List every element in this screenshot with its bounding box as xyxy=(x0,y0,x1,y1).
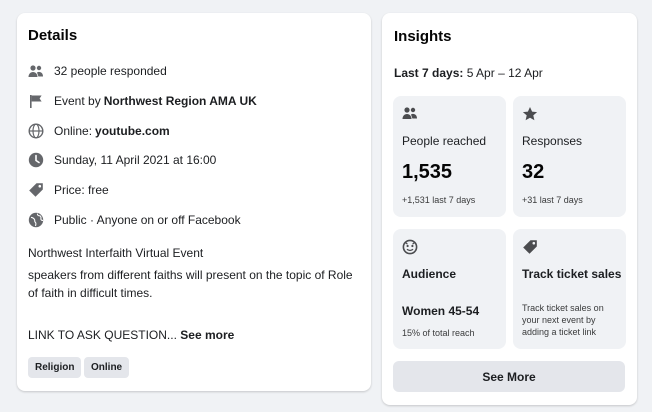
tag-religion[interactable]: Religion xyxy=(28,357,82,378)
track-ticket-text: Track ticket sales on your next event by… xyxy=(522,303,604,337)
audience-value: Women 45-54 xyxy=(402,304,480,318)
price-text: Price: free xyxy=(54,183,109,197)
date-range-value: 5 Apr – 12 Apr xyxy=(463,66,543,80)
date-range-label: Last 7 days: xyxy=(394,66,464,80)
responded-text: 32 people responded xyxy=(54,64,167,78)
see-more-button[interactable]: See More xyxy=(393,361,625,392)
datetime-text: Sunday, 11 April 2021 at 16:00 xyxy=(54,153,217,167)
audience-label: Audience xyxy=(402,267,457,281)
privacy-row: Public · Anyone on or off Facebook xyxy=(28,212,241,228)
insights-title: Insights xyxy=(394,28,452,45)
responses-sub: +31 last 7 days xyxy=(522,195,583,205)
people-reached-label: People reached xyxy=(402,134,487,148)
globe-icon xyxy=(28,123,44,139)
see-more-link[interactable]: See more xyxy=(180,328,234,342)
insights-card: Insights Last 7 days: 5 Apr – 12 Apr Peo… xyxy=(382,13,637,405)
event-by-row: Event by Northwest Region AMA UK xyxy=(28,93,257,109)
responses-value: 32 xyxy=(522,161,545,183)
price-row: Price: free xyxy=(28,182,109,198)
people-icon xyxy=(28,63,44,79)
responses-label: Responses xyxy=(522,134,583,148)
ticket-tag-icon xyxy=(522,239,538,255)
star-icon xyxy=(522,106,538,122)
details-card: Details 32 people responded Event by Nor… xyxy=(17,13,371,391)
flag-icon xyxy=(28,93,44,109)
ask-question-line: LINK TO ASK QUESTION... See more xyxy=(28,326,363,344)
online-link[interactable]: youtube.com xyxy=(95,124,170,138)
tag-online[interactable]: Online xyxy=(84,357,130,378)
event-name: Northwest Interfaith Virtual Event xyxy=(28,246,204,260)
people-reached-value: 1,535 xyxy=(402,161,453,183)
people-reached-sub: +1,531 last 7 days xyxy=(402,195,476,205)
people-icon xyxy=(402,106,418,122)
datetime-row: Sunday, 11 April 2021 at 16:00 xyxy=(28,152,216,168)
people-reached-tile[interactable]: People reached 1,535 +1,531 last 7 days xyxy=(393,96,506,217)
responses-tile[interactable]: Responses 32 +31 last 7 days xyxy=(513,96,626,217)
event-by-link[interactable]: Northwest Region AMA UK xyxy=(104,94,257,108)
track-ticket-tile[interactable]: Track ticket sales Track ticket sales on… xyxy=(513,229,626,349)
privacy-text: Public · Anyone on or off Facebook xyxy=(54,213,241,227)
audience-sub: 15% of total reach xyxy=(402,328,475,338)
clock-icon xyxy=(28,152,44,168)
audience-tile[interactable]: Audience Women 45-54 15% of total reach xyxy=(393,229,506,349)
responded-row: 32 people responded xyxy=(28,63,167,79)
details-title: Details xyxy=(28,27,78,44)
event-description: speakers from different faiths will pres… xyxy=(28,268,353,300)
event-by-prefix: Event by xyxy=(54,94,101,108)
online-prefix: Online: xyxy=(54,124,93,138)
public-globe-icon xyxy=(28,212,44,228)
ticket-tag-icon xyxy=(28,182,44,198)
online-row: Online: youtube.com xyxy=(28,123,170,139)
track-ticket-label: Track ticket sales xyxy=(522,267,622,281)
date-range: Last 7 days: 5 Apr – 12 Apr xyxy=(394,66,543,80)
ask-question-text: LINK TO ASK QUESTION... xyxy=(28,328,181,342)
audience-icon xyxy=(402,239,418,255)
